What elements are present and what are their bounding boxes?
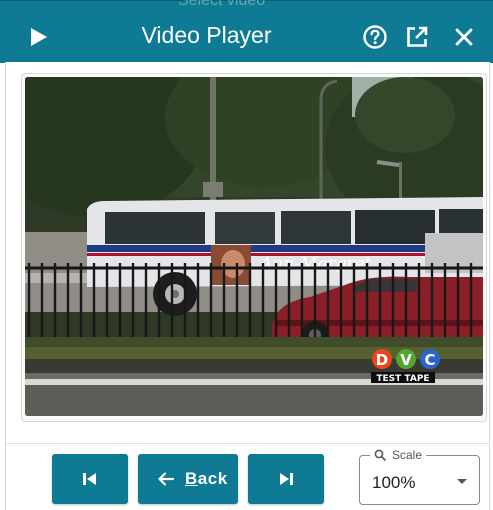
chevron-down-icon <box>457 479 467 484</box>
controls-divider <box>6 443 489 444</box>
scale-select[interactable]: Scale 100% <box>359 447 480 505</box>
skip-to-end-icon <box>280 473 293 485</box>
title-bar: Select video Video Player <box>0 0 493 63</box>
video-frame: Ann-Margret D V <box>21 73 487 422</box>
skip-to-end-button[interactable] <box>248 454 324 504</box>
window-title: Video Player <box>141 22 272 48</box>
back-button[interactable]: Back <box>138 454 238 504</box>
svg-text:V: V <box>400 351 412 369</box>
arrow-left-icon <box>158 472 175 486</box>
help-icon[interactable] <box>362 24 388 50</box>
video-canvas[interactable]: Ann-Margret D V <box>25 77 483 416</box>
dvc-test-tape-logo: D V C TEST TAPE <box>371 349 440 384</box>
skip-to-start-icon <box>83 473 96 485</box>
svg-text:TEST TAPE: TEST TAPE <box>376 374 429 384</box>
close-icon[interactable] <box>451 24 477 50</box>
scale-label: Scale <box>392 448 423 462</box>
svg-text:D: D <box>376 351 388 369</box>
popout-icon[interactable] <box>404 24 430 50</box>
back-button-label: Back <box>185 469 228 488</box>
ghost-text: Select video <box>178 0 266 9</box>
scale-legend: Scale <box>370 447 427 463</box>
skip-to-start-button[interactable] <box>52 454 128 504</box>
scale-value: 100% <box>372 473 416 492</box>
magnifier-icon <box>374 449 386 461</box>
svg-text:C: C <box>424 351 435 369</box>
player-panel: Ann-Margret D V <box>5 62 490 510</box>
